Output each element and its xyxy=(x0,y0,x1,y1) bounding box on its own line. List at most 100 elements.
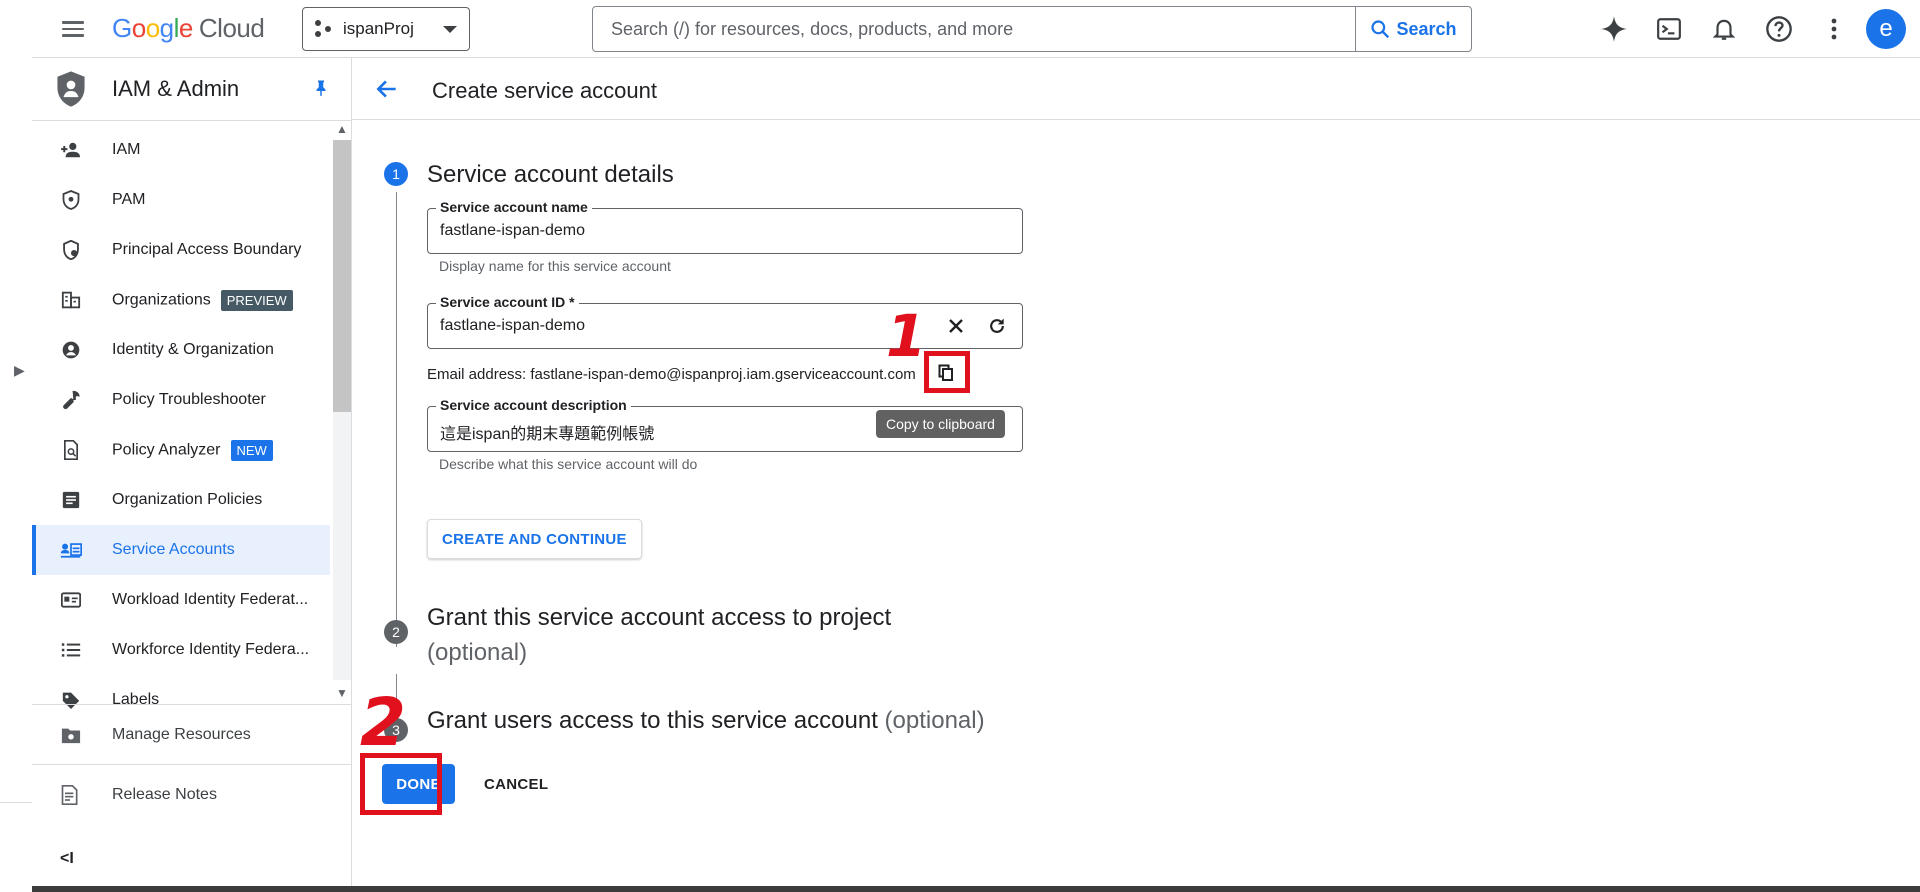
pin-icon[interactable] xyxy=(312,78,330,98)
add-person-icon xyxy=(60,140,82,160)
field-label: Service account ID * xyxy=(436,294,579,310)
page-title: Create service account xyxy=(432,78,657,103)
gemini-spark-icon[interactable] xyxy=(1599,14,1629,44)
sidebar: IAM & Admin IAM PAM Principal Access Bou… xyxy=(32,58,352,892)
optional-label: (optional) xyxy=(427,639,528,666)
step-connector xyxy=(396,192,397,647)
sidebar-item-policy-analyzer[interactable]: Policy Analyzer NEW xyxy=(32,425,330,475)
sidebar-item-label: Policy Analyzer NEW xyxy=(112,439,273,461)
logo-cloud-text: Cloud xyxy=(198,13,265,43)
field-value: 這是ispan的期末專題範例帳號 xyxy=(440,426,655,443)
sidebar-item-organizations[interactable]: Organizations PREVIEW xyxy=(32,275,330,325)
sidebar-item-pam[interactable]: PAM xyxy=(32,175,330,225)
page-root: ▶ Google Cloud ispanProj Search (/) for … xyxy=(0,0,1920,892)
annotation-box-copy xyxy=(924,351,970,393)
avatar[interactable]: e xyxy=(1866,9,1906,49)
sidebar-item-organization-policies[interactable]: Organization Policies xyxy=(32,475,330,525)
project-picker[interactable]: ispanProj xyxy=(302,7,470,51)
page-header: Create service account xyxy=(352,58,1920,120)
cancel-button[interactable]: CANCEL xyxy=(484,764,548,804)
sidebar-item-policy-troubleshooter[interactable]: Policy Troubleshooter xyxy=(32,375,330,425)
optional-label: (optional) xyxy=(884,707,985,734)
organizations-label: Organizations xyxy=(112,291,211,309)
top-header: Google Cloud ispanProj Search (/) for re… xyxy=(32,0,1920,58)
chevron-down-icon xyxy=(443,25,457,33)
sidebar-item-principal-access-boundary[interactable]: Principal Access Boundary xyxy=(32,225,330,275)
service-account-name-field[interactable]: Service account name fastlane-ispan-demo xyxy=(427,199,1023,254)
google-cloud-logo[interactable]: Google Cloud xyxy=(112,13,265,44)
step-3-title[interactable]: Grant users access to this service accou… xyxy=(427,707,985,735)
search-input[interactable] xyxy=(593,7,1355,51)
sidebar-item-release-notes[interactable]: Release Notes xyxy=(32,764,352,824)
step-2-number: 2 xyxy=(384,620,408,644)
more-vert-icon[interactable] xyxy=(1819,14,1849,44)
organization-icon xyxy=(60,290,82,310)
sidebar-item-workload-identity-federation[interactable]: Workload Identity Federat... xyxy=(32,575,330,625)
divider xyxy=(0,802,32,803)
search-button[interactable]: Search xyxy=(1355,7,1471,51)
refresh-icon[interactable] xyxy=(983,312,1011,340)
step-2-title[interactable]: Grant this service account access to pro… xyxy=(427,600,947,670)
search-icon xyxy=(1371,20,1390,39)
sidebar-item-service-accounts[interactable]: Service Accounts xyxy=(32,525,330,575)
sidebar-item-identity-organization[interactable]: Identity & Organization xyxy=(32,325,330,375)
sidebar-nav-list: IAM PAM Principal Access Boundary Organi… xyxy=(32,120,352,762)
notifications-icon[interactable] xyxy=(1709,14,1739,44)
new-badge: NEW xyxy=(230,439,273,461)
policy-analyzer-label: Policy Analyzer xyxy=(112,441,221,459)
field-value: fastlane-ispan-demo xyxy=(440,222,585,239)
scroll-down-icon[interactable]: ▼ xyxy=(336,686,348,700)
left-edge-strip: ▶ xyxy=(0,0,32,892)
field-label: Service account name xyxy=(436,199,592,215)
create-and-continue-button[interactable]: CREATE AND CONTINUE xyxy=(427,519,642,559)
preview-badge: PREVIEW xyxy=(220,289,293,311)
shield-lock-icon xyxy=(60,190,82,210)
sidebar-item-label: IAM xyxy=(112,141,141,158)
search-button-label: Search xyxy=(1396,18,1457,39)
annotation-marker-2: 2 xyxy=(360,684,406,761)
service-account-icon xyxy=(60,540,82,560)
step-1-number: 1 xyxy=(384,162,408,186)
project-name: ispanProj xyxy=(343,19,414,38)
sidebar-item-label: Service Accounts xyxy=(112,541,235,558)
annotation-marker-1: 1 xyxy=(886,302,927,370)
sidebar-item-label: Workload Identity Federat... xyxy=(112,591,309,608)
sidebar-scrollbar[interactable]: ▲ ▼ xyxy=(330,120,352,704)
expand-arrow-icon[interactable]: ▶ xyxy=(14,362,25,379)
release-notes-icon xyxy=(60,785,80,810)
sidebar-item-label: Organizations PREVIEW xyxy=(112,289,293,311)
list-icon xyxy=(60,640,82,660)
project-icon xyxy=(315,20,333,38)
field-hint: Display name for this service account xyxy=(439,258,671,274)
service-account-id-field[interactable]: Service account ID * fastlane-ispan-demo xyxy=(427,294,1023,349)
clear-icon[interactable] xyxy=(942,312,970,340)
field-label: Service account description xyxy=(436,397,631,413)
sidebar-item-workforce-identity-federation[interactable]: Workforce Identity Federa... xyxy=(32,625,330,675)
sidebar-item-label: Workforce Identity Federa... xyxy=(112,641,310,658)
cloud-shell-icon[interactable] xyxy=(1654,14,1684,44)
step-3-title-text: Grant users access to this service accou… xyxy=(427,707,878,734)
field-hint: Describe what this service account will … xyxy=(439,456,698,472)
sidebar-item-manage-resources[interactable]: Manage Resources xyxy=(32,704,352,764)
scroll-thumb[interactable] xyxy=(333,140,351,412)
sidebar-item-label: Organization Policies xyxy=(112,491,263,508)
copy-tooltip: Copy to clipboard xyxy=(876,410,1005,438)
sidebar-item-label: Policy Troubleshooter xyxy=(112,391,266,408)
menu-icon[interactable] xyxy=(62,17,86,41)
sidebar-item-label: Principal Access Boundary xyxy=(112,241,302,258)
search-bar: Search xyxy=(592,6,1472,52)
bottom-edge-bar xyxy=(32,886,1920,892)
iam-shield-icon xyxy=(57,71,85,107)
sidebar-item-label: PAM xyxy=(112,191,146,208)
sidebar-title: IAM & Admin xyxy=(112,76,240,101)
back-arrow-icon[interactable] xyxy=(374,76,400,102)
collapse-sidebar-button[interactable]: <I xyxy=(60,850,74,868)
field-value: fastlane-ispan-demo xyxy=(440,317,585,334)
sidebar-item-label: Identity & Organization xyxy=(112,341,274,358)
annotation-box-done xyxy=(360,753,442,815)
scroll-up-icon[interactable]: ▲ xyxy=(336,122,348,136)
sidebar-item-iam[interactable]: IAM xyxy=(32,125,330,175)
email-address-text: Email address: fastlane-ispan-demo@ispan… xyxy=(427,366,916,383)
help-icon[interactable] xyxy=(1764,14,1794,44)
policy-analyzer-icon xyxy=(60,440,82,460)
